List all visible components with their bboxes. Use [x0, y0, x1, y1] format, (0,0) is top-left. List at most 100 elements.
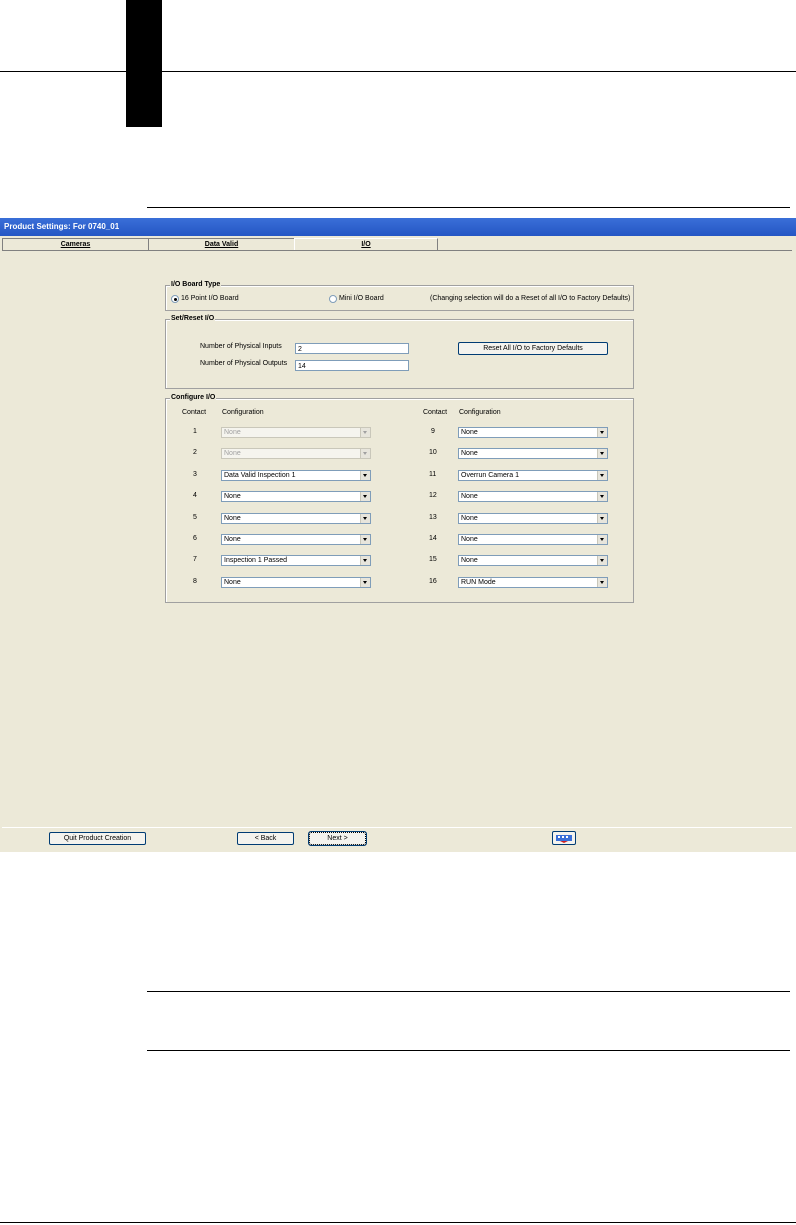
- dropdown-arrow-icon[interactable]: [597, 449, 607, 458]
- wizard-footer: Quit Product Creation < Back Next >: [2, 827, 792, 850]
- config-select[interactable]: None: [221, 513, 371, 524]
- config-select[interactable]: None: [458, 534, 608, 545]
- contact-number: 15: [429, 556, 437, 563]
- quit-product-creation-button[interactable]: Quit Product Creation: [49, 832, 146, 845]
- tab-strip: Cameras Data Valid I/O: [2, 238, 792, 251]
- config-select-value: None: [461, 429, 478, 436]
- page-rule-lower-1: [147, 991, 790, 992]
- physical-inputs-field[interactable]: 2: [295, 343, 409, 354]
- group-title-set-reset: Set/Reset I/O: [170, 315, 216, 322]
- radio-16-point[interactable]: [171, 295, 179, 303]
- dropdown-arrow-icon: [360, 428, 370, 437]
- config-select-value: None: [461, 536, 478, 543]
- contact-number: 5: [193, 514, 197, 521]
- back-button[interactable]: < Back: [237, 832, 294, 845]
- config-select[interactable]: None: [221, 534, 371, 545]
- group-title-configure-io: Configure I/O: [170, 394, 217, 401]
- config-select-value: None: [461, 493, 478, 500]
- tab-data-valid[interactable]: Data Valid: [148, 238, 295, 250]
- contact-number: 6: [193, 535, 197, 542]
- config-select[interactable]: None: [458, 555, 608, 566]
- dropdown-arrow-icon[interactable]: [597, 492, 607, 501]
- contact-number: 9: [431, 428, 435, 435]
- config-select-value: Inspection 1 Passed: [224, 557, 288, 564]
- window-title: Product Settings: For 0740_01: [4, 222, 120, 231]
- config-select-value: None: [224, 429, 241, 436]
- tab-cameras[interactable]: Cameras: [2, 238, 149, 250]
- config-select-value: None: [224, 579, 241, 586]
- radio-16-point-label: 16 Point I/O Board: [181, 295, 239, 302]
- config-select[interactable]: Inspection 1 Passed: [221, 555, 371, 566]
- contact-number: 13: [429, 514, 437, 521]
- dropdown-arrow-icon[interactable]: [597, 514, 607, 523]
- keyboard-graphic: [556, 835, 572, 843]
- reset-factory-defaults-button[interactable]: Reset All I/O to Factory Defaults: [458, 342, 608, 355]
- dropdown-arrow-icon[interactable]: [597, 556, 607, 565]
- config-select[interactable]: Data Valid Inspection 1: [221, 470, 371, 481]
- page-rule-upper: [147, 207, 790, 208]
- config-select[interactable]: None: [221, 577, 371, 588]
- config-select[interactable]: None: [458, 491, 608, 502]
- config-select: None: [221, 448, 371, 459]
- dropdown-arrow-icon[interactable]: [597, 578, 607, 587]
- config-select-value: Overrun Camera 1: [461, 472, 519, 479]
- contact-number: 3: [193, 471, 197, 478]
- radio-mini-label: Mini I/O Board: [339, 295, 384, 302]
- help-keyboard-icon[interactable]: [552, 831, 576, 845]
- contact-number: 10: [429, 449, 437, 456]
- dropdown-arrow-icon[interactable]: [597, 428, 607, 437]
- dropdown-arrow-icon[interactable]: [360, 514, 370, 523]
- config-select[interactable]: RUN Mode: [458, 577, 608, 588]
- config-select-value: None: [224, 515, 241, 522]
- group-title-io-board-type: I/O Board Type: [170, 281, 222, 288]
- dropdown-arrow-icon[interactable]: [360, 535, 370, 544]
- contact-header-left: Contact: [182, 409, 207, 416]
- contact-number: 1: [193, 428, 197, 435]
- physical-outputs-field[interactable]: 14: [295, 360, 409, 371]
- dropdown-arrow-icon[interactable]: [360, 578, 370, 587]
- dropdown-arrow-icon[interactable]: [360, 556, 370, 565]
- physical-outputs-label: Number of Physical Outputs: [200, 360, 288, 367]
- set-reset-group: Set/Reset I/O Number of Physical Inputs …: [165, 315, 634, 389]
- config-select[interactable]: None: [458, 427, 608, 438]
- contact-number: 4: [193, 492, 197, 499]
- contact-number: 16: [429, 578, 437, 585]
- contact-number: 14: [429, 535, 437, 542]
- contact-number: 12: [429, 492, 437, 499]
- contact-number: 11: [429, 471, 437, 478]
- config-select-value: RUN Mode: [461, 579, 496, 586]
- title-bar: Product Settings: For 0740_01: [0, 218, 796, 236]
- contact-number: 7: [193, 556, 197, 563]
- dropdown-arrow-icon[interactable]: [597, 471, 607, 480]
- chapter-tab-marker: [126, 0, 162, 127]
- page-rule-lower-2: [147, 1050, 790, 1051]
- board-change-note: (Changing selection will do a Reset of a…: [430, 295, 631, 302]
- page-rule-bottom: [0, 1222, 796, 1223]
- config-select[interactable]: Overrun Camera 1: [458, 470, 608, 481]
- next-button[interactable]: Next >: [308, 831, 367, 846]
- dropdown-arrow-icon[interactable]: [597, 535, 607, 544]
- contact-number: 2: [193, 449, 197, 456]
- product-settings-window: Product Settings: For 0740_01 Cameras Da…: [0, 218, 796, 852]
- radio-mini[interactable]: [329, 295, 337, 303]
- config-select-value: None: [461, 515, 478, 522]
- dropdown-arrow-icon: [360, 449, 370, 458]
- physical-inputs-label: Number of Physical Inputs: [200, 343, 282, 350]
- dropdown-arrow-icon[interactable]: [360, 471, 370, 480]
- io-panel: I/O Board Type 16 Point I/O Board Mini I…: [2, 251, 790, 825]
- config-select-value: None: [461, 450, 478, 457]
- config-header-right: Configuration: [459, 409, 501, 416]
- config-select[interactable]: None: [458, 448, 608, 459]
- config-header-left: Configuration: [222, 409, 264, 416]
- page-rule-top: [0, 71, 796, 72]
- config-select[interactable]: None: [221, 491, 371, 502]
- config-select-value: None: [461, 557, 478, 564]
- config-select-value: None: [224, 450, 241, 457]
- config-select-value: None: [224, 536, 241, 543]
- config-select[interactable]: None: [458, 513, 608, 524]
- configure-io-group: Configure I/O Contact Configuration Cont…: [165, 394, 634, 603]
- contact-number: 8: [193, 578, 197, 585]
- config-select-value: None: [224, 493, 241, 500]
- dropdown-arrow-icon[interactable]: [360, 492, 370, 501]
- io-board-type-group: I/O Board Type 16 Point I/O Board Mini I…: [165, 281, 634, 311]
